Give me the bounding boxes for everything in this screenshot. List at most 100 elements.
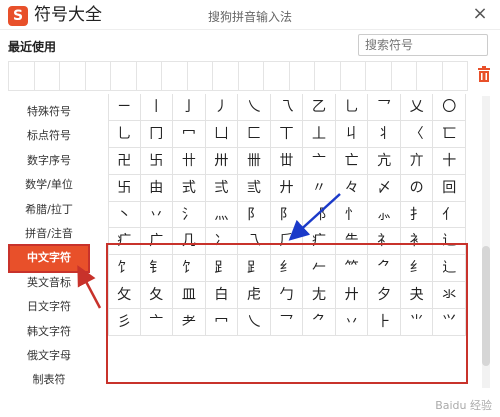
symbol-cell[interactable]: ⻊ [205, 255, 239, 283]
symbol-cell[interactable]: 白 [205, 282, 239, 310]
symbol-cell[interactable]: 乛 [368, 94, 401, 121]
symbol-cell[interactable]: 虍 [238, 282, 271, 310]
symbol-cell[interactable]: 灬 [205, 201, 239, 229]
symbol-cell[interactable]: ⻏ [303, 201, 336, 229]
symbol-cell[interactable]: 丷 [335, 309, 369, 337]
scroll-thumb[interactable] [482, 246, 490, 366]
symbol-cell[interactable]: ⺈ [303, 309, 336, 337]
symbol-cell[interactable]: 卐 [108, 174, 141, 202]
symbol-cell[interactable]: 𠂉 [303, 255, 336, 283]
symbol-cell[interactable]: 冂 [140, 120, 174, 148]
symbol-cell[interactable]: の [400, 174, 434, 202]
symbol-cell[interactable]: 纟 [270, 255, 304, 283]
recent-cell[interactable] [86, 62, 111, 90]
symbol-cell[interactable]: 丅 [270, 120, 304, 148]
symbol-cell[interactable]: 廾 [335, 282, 369, 310]
symbol-cell[interactable]: 冖 [205, 309, 239, 337]
symbol-cell[interactable]: 氵 [173, 201, 206, 229]
search-input[interactable] [358, 34, 488, 56]
symbol-cell[interactable]: 夕 [368, 282, 401, 310]
symbol-cell[interactable]: 乁 [238, 228, 271, 256]
recent-cell[interactable] [188, 62, 213, 90]
recent-cell[interactable] [213, 62, 239, 90]
symbol-cell[interactable]: 饣 [108, 255, 141, 283]
symbol-cell[interactable]: 匸 [433, 120, 466, 148]
symbol-cell[interactable]: 々 [335, 174, 369, 202]
sidebar-item[interactable]: 拼音/注音 [10, 222, 88, 246]
symbol-cell[interactable]: 丄 [303, 120, 336, 148]
sidebar-item[interactable]: 数学/单位 [10, 173, 88, 197]
recent-cell[interactable] [264, 62, 290, 90]
symbol-cell[interactable]: ㄧ [108, 94, 141, 121]
symbol-cell[interactable]: 耂 [173, 309, 206, 337]
symbol-cell[interactable]: 匚 [238, 120, 271, 148]
recent-cell[interactable] [443, 62, 468, 90]
recent-cell[interactable] [315, 62, 341, 90]
symbol-cell[interactable]: 乂 [400, 94, 434, 121]
symbol-cell[interactable]: 乁 [270, 94, 304, 121]
symbol-cell[interactable]: ⺁ [270, 228, 304, 256]
symbol-cell[interactable]: 皿 [173, 282, 206, 310]
symbol-cell[interactable]: 冖 [173, 120, 206, 148]
symbol-cell[interactable]: 卐 [140, 147, 174, 175]
symbol-cell[interactable]: 乀 [238, 94, 271, 121]
sidebar-item[interactable]: 标点符号 [10, 124, 88, 148]
sidebar-item[interactable]: 俄文字母 [10, 344, 88, 368]
symbol-cell[interactable]: 〇 [433, 94, 466, 121]
symbol-cell[interactable]: 弍 [205, 174, 239, 202]
symbol-cell[interactable]: 辶 [433, 228, 466, 256]
sidebar-item[interactable]: 希腊/拉丁 [10, 198, 88, 222]
sidebar-item[interactable]: 英文音标 [10, 271, 88, 295]
sidebar-item[interactable]: 制表符 [10, 368, 88, 392]
recent-cell[interactable] [60, 62, 86, 90]
symbol-cell[interactable]: 氺 [433, 282, 466, 310]
sidebar-item[interactable]: 特殊符号 [10, 100, 88, 124]
symbol-cell[interactable]: 攵 [108, 282, 141, 310]
symbol-cell[interactable]: 〃 [303, 174, 336, 202]
symbol-cell[interactable]: 衤 [400, 228, 434, 256]
symbol-cell[interactable]: 勹 [270, 282, 304, 310]
symbol-cell[interactable]: 乀 [238, 309, 271, 337]
symbol-cell[interactable]: 夂 [140, 282, 174, 310]
symbol-cell[interactable]: 丬 [368, 120, 401, 148]
symbol-cell[interactable]: 饣 [173, 255, 206, 283]
recent-cell[interactable] [162, 62, 188, 90]
symbol-cell[interactable]: 由 [140, 174, 174, 202]
symbol-cell[interactable]: 纟 [400, 255, 434, 283]
trash-icon[interactable] [477, 66, 491, 82]
symbol-cell[interactable]: 亠 [303, 147, 336, 175]
symbol-cell[interactable]: 卍 [108, 147, 141, 175]
recent-cell[interactable] [35, 62, 60, 90]
symbol-cell[interactable]: 廾 [270, 174, 304, 202]
close-icon[interactable]: × [470, 4, 490, 24]
symbol-cell[interactable]: 丩 [335, 120, 369, 148]
symbol-cell[interactable]: 回 [433, 174, 466, 202]
symbol-cell[interactable]: 卌 [238, 147, 271, 175]
symbol-cell[interactable]: ⺧ [335, 228, 369, 256]
recent-cell[interactable] [111, 62, 137, 90]
symbol-cell[interactable]: 〈 [400, 120, 434, 148]
symbol-cell[interactable]: 疒 [303, 228, 336, 256]
symbol-cell[interactable]: 丿 [205, 94, 239, 121]
symbol-cell[interactable]: 广 [140, 228, 174, 256]
scrollbar[interactable] [482, 96, 490, 388]
sidebar-item[interactable]: 韩文字符 [10, 320, 88, 344]
symbol-cell[interactable]: ⻖ [270, 201, 304, 229]
symbol-cell[interactable]: 亡 [335, 147, 369, 175]
symbol-cell[interactable]: 乚 [335, 94, 369, 121]
symbol-cell[interactable]: 卄 [173, 147, 206, 175]
symbol-cell[interactable]: 疒 [108, 228, 141, 256]
symbol-cell[interactable]: 冫 [205, 228, 239, 256]
symbol-cell[interactable]: ⺍ [433, 309, 466, 337]
symbol-cell[interactable]: 乙 [303, 94, 336, 121]
recent-cell[interactable] [290, 62, 315, 90]
sidebar-item[interactable]: 中文字符 [8, 244, 90, 273]
symbol-cell[interactable]: ⺊ [368, 309, 401, 337]
symbol-cell[interactable]: 扌 [400, 201, 434, 229]
symbol-cell[interactable]: 礻 [368, 228, 401, 256]
sidebar-item[interactable]: 数字序号 [10, 149, 88, 173]
symbol-cell[interactable]: ⺗ [368, 201, 401, 229]
symbol-cell[interactable]: 亣 [400, 147, 434, 175]
symbol-cell[interactable]: 凵 [205, 120, 239, 148]
symbol-cell[interactable]: 彡 [108, 309, 141, 337]
